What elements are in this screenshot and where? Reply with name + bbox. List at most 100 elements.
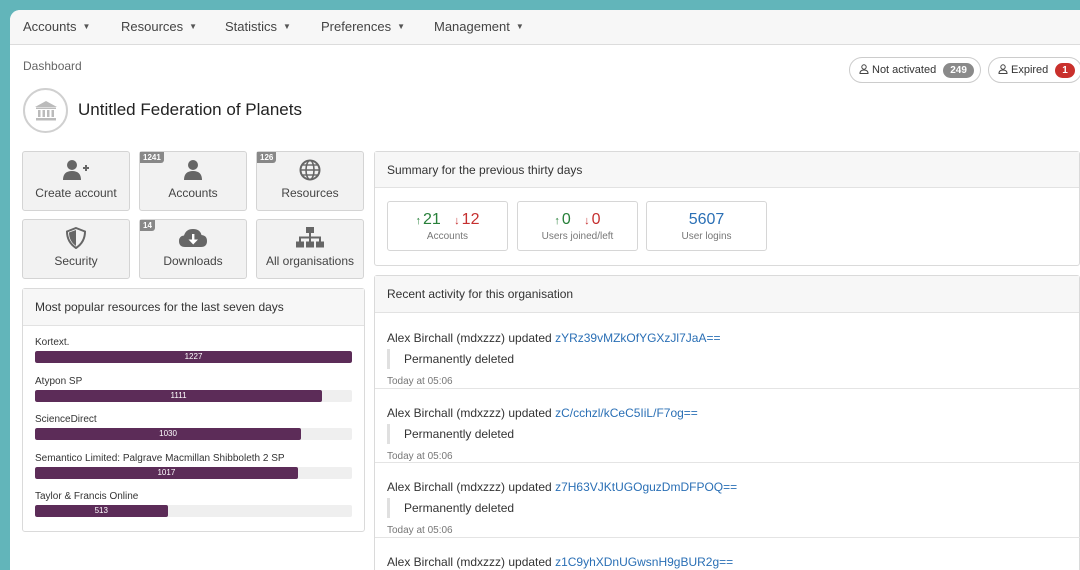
create-account-tile[interactable]: Create account xyxy=(22,151,130,211)
nav-preferences-menu[interactable]: Preferences ▼ xyxy=(321,10,405,44)
nav-accounts-menu[interactable]: Accounts ▼ xyxy=(23,10,90,44)
activity-detail: Permanently deleted xyxy=(387,498,514,518)
institution-icon xyxy=(34,100,57,120)
app-window: Accounts ▼ Resources ▼ Statistics ▼ Prefere… xyxy=(10,10,1080,570)
resource-bar-track: 1111 xyxy=(35,389,352,402)
activity-target-link[interactable]: z7H63VJKtUGOguzDmDFPOQ== xyxy=(555,480,737,494)
accounts-left: ↓ 12 xyxy=(454,211,479,228)
nav-label: Management xyxy=(434,19,510,34)
accounts-tile[interactable]: 1241 Accounts xyxy=(139,151,247,211)
users-stat-values: ↑ 0 ↓ 0 xyxy=(518,211,637,229)
resources-tile[interactable]: 126 Resources xyxy=(256,151,364,211)
logins-stat: 5607 User logins xyxy=(646,201,767,251)
resource-name[interactable]: Semantico Limited: Palgrave Macmillan Sh… xyxy=(35,453,285,464)
nav-label: Statistics xyxy=(225,19,278,34)
users-stat: ↑ 0 ↓ 0 Users joined/left xyxy=(517,201,638,251)
accounts-left-value: 12 xyxy=(461,211,480,228)
activity-entry: Alex Birchall (mdxzzz) updated zC/cchzl/… xyxy=(387,406,698,420)
page-title: Untitled Federation of Planets xyxy=(78,100,302,119)
activity-entry: Alex Birchall (mdxzzz) updated zYRz39vMZ… xyxy=(387,331,720,345)
resource-bar: 1111 xyxy=(35,389,323,402)
arrow-down-icon: ↓ xyxy=(454,215,460,227)
shield-icon xyxy=(23,227,129,249)
popular-resources-panel: Most popular resources for the last seve… xyxy=(22,288,365,532)
not-activated-button[interactable]: Not activated 249 xyxy=(849,57,981,83)
resource-bar-track: 513 xyxy=(35,505,352,517)
activity-actor: Alex Birchall (mdxzzz) updated xyxy=(387,405,556,420)
resource-bar: 513 xyxy=(35,505,168,517)
nav-statistics-menu[interactable]: Statistics ▼ xyxy=(225,10,291,44)
resource-bar: 1227 xyxy=(35,351,352,363)
nav-label: Resources xyxy=(121,19,184,34)
users-left: ↓ 0 xyxy=(584,211,600,228)
popular-resources-title: Most popular resources for the last seve… xyxy=(23,289,364,326)
activity-title: Recent activity for this organisation xyxy=(375,276,1079,313)
activity-actor: Alex Birchall (mdxzzz) updated xyxy=(387,480,556,494)
expired-button[interactable]: Expired 1 xyxy=(988,57,1080,83)
resource-name[interactable]: Kortext. xyxy=(35,337,69,348)
nav-label: Preferences xyxy=(321,19,392,34)
activity-target-link[interactable]: z1C9yhXDnUGwsnH9gBUR2g== xyxy=(555,555,733,569)
arrow-up-icon: ↑ xyxy=(415,215,422,227)
activity-actor: Alex Birchall (mdxzzz) updated xyxy=(387,554,556,569)
arrow-down-icon: ↓ xyxy=(584,215,590,227)
caret-down-icon: ▼ xyxy=(189,22,198,31)
users-joined: ↑ 0 xyxy=(554,211,570,228)
tile-label: Resources xyxy=(281,186,339,200)
users-left-value: 0 xyxy=(591,211,601,228)
activity-actor: Alex Birchall (mdxzzz) updated xyxy=(387,331,556,345)
not-activated-count-badge: 249 xyxy=(943,62,974,78)
accounts-stat: ↑ 21 ↓ 12 Accounts xyxy=(387,201,508,251)
top-navbar: Accounts ▼ Resources ▼ Statistics ▼ Prefere… xyxy=(10,10,1080,45)
tile-label: Security xyxy=(54,254,98,268)
activity-divider xyxy=(375,462,1080,463)
resource-name[interactable]: ScienceDirect xyxy=(35,414,97,425)
resource-bar-track: 1030 xyxy=(35,428,352,440)
activity-divider xyxy=(375,536,1080,538)
resource-bar: 1017 xyxy=(35,466,298,479)
sitemap-icon xyxy=(257,227,363,249)
not-activated-label: Not activated xyxy=(872,64,937,76)
tile-label: Accounts xyxy=(168,186,218,200)
all-organisations-tile[interactable]: All organisations xyxy=(256,219,364,279)
activity-timestamp: Today at 05:06 xyxy=(387,376,453,387)
activity-detail: Permanently deleted xyxy=(387,349,514,369)
activity-target-link[interactable]: zYRz39vMZkOfYGXzJl7JaA== xyxy=(555,331,720,345)
accounts-joined-value: 21 xyxy=(423,211,441,228)
accounts-stat-label: Accounts xyxy=(426,231,469,242)
activity-divider xyxy=(375,387,1080,389)
downloads-tile[interactable]: 14 Downloads xyxy=(139,219,247,279)
nav-management-menu[interactable]: Management ▼ xyxy=(434,10,524,44)
activity-timestamp: Today at 05:06 xyxy=(387,450,453,462)
activity-timestamp: Today at 05:06 xyxy=(387,525,453,536)
globe-icon xyxy=(257,159,363,181)
cloud-download-icon xyxy=(140,227,246,249)
caret-down-icon: ▼ xyxy=(397,22,406,31)
users-joined-value: 0 xyxy=(561,211,571,228)
organisation-logo xyxy=(23,88,68,133)
activity-target-link[interactable]: zC/cchzl/kCeC5IiL/F7og== xyxy=(555,406,698,420)
logins-stat-value: 5607 xyxy=(688,211,725,228)
tile-label: Downloads xyxy=(163,254,223,268)
activity-detail: Permanently deleted xyxy=(387,423,514,444)
caret-down-icon: ▼ xyxy=(515,22,524,31)
resource-bar-track: 1017 xyxy=(35,466,352,479)
arrow-up-icon: ↑ xyxy=(554,215,560,227)
resource-name[interactable]: Taylor & Francis Online xyxy=(35,491,138,502)
breadcrumb[interactable]: Dashboard xyxy=(23,59,82,73)
users-stat-label: Users joined/left xyxy=(541,231,614,242)
activity-panel: Recent activity for this organisation Al… xyxy=(374,275,1080,570)
resource-name[interactable]: Atypon SP xyxy=(35,376,82,387)
security-tile[interactable]: Security xyxy=(22,219,130,279)
logins-stat-label: User logins xyxy=(681,231,732,242)
expired-count-badge: 1 xyxy=(1055,62,1075,78)
tile-label: Create account xyxy=(35,186,117,200)
user-plus-icon xyxy=(23,159,129,181)
accounts-joined: ↑ 21 xyxy=(416,211,441,228)
expired-label: Expired xyxy=(1011,64,1049,76)
resource-bar: 1030 xyxy=(35,428,302,440)
user-icon xyxy=(859,63,869,77)
caret-down-icon: ▼ xyxy=(283,22,291,31)
user-icon xyxy=(140,159,246,181)
nav-resources-menu[interactable]: Resources ▼ xyxy=(121,10,197,44)
